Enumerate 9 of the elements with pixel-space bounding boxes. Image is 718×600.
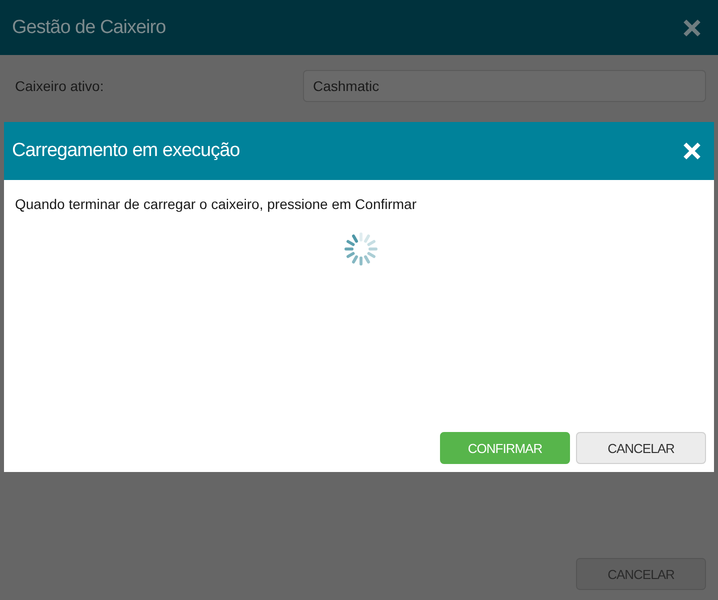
message-text: Quando terminar de carregar o caixeiro, pressione em Confirmar bbox=[15, 196, 418, 212]
dialog-title: Gestão de Caixeiro bbox=[12, 16, 166, 38]
dialog-title: Carregamento em execução bbox=[12, 140, 240, 162]
spinner-icon bbox=[344, 232, 378, 266]
confirm-button[interactable]: CONFIRMAR bbox=[440, 432, 570, 464]
select-field[interactable]: Cashmatic bbox=[303, 70, 706, 102]
close-icon[interactable] bbox=[682, 18, 702, 38]
cancel-button[interactable]: CANCELAR bbox=[576, 432, 706, 464]
field-label: Caixeiro ativo: bbox=[15, 78, 105, 94]
